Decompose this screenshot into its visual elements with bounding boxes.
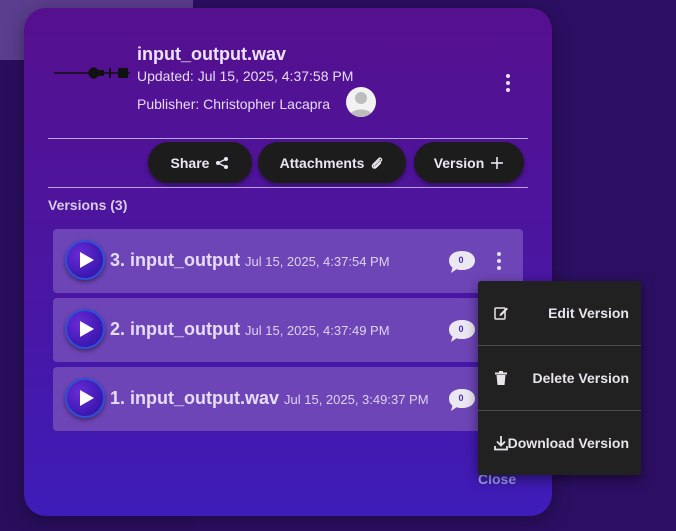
- more-options-icon[interactable]: [500, 70, 516, 96]
- user-icon: [349, 92, 373, 117]
- version-name: 3. input_output: [110, 250, 240, 270]
- version-date: Jul 15, 2025, 4:37:49 PM: [245, 323, 390, 338]
- version-date: Jul 15, 2025, 4:37:54 PM: [245, 254, 390, 269]
- version-dialog: input_output.wav Updated: Jul 15, 2025, …: [24, 8, 552, 516]
- share-label: Share: [170, 154, 210, 171]
- add-version-button[interactable]: Version: [414, 142, 524, 183]
- download-icon: [494, 436, 508, 451]
- versions-heading: Versions (3): [48, 197, 128, 213]
- divider: [48, 138, 528, 139]
- play-button[interactable]: [65, 309, 105, 349]
- comments-button[interactable]: 0: [447, 318, 477, 344]
- menu-item-edit-version[interactable]: Edit Version: [478, 281, 641, 345]
- version-date: Jul 15, 2025, 3:49:37 PM: [284, 392, 429, 407]
- attachments-button[interactable]: Attachments: [258, 142, 406, 183]
- comments-button[interactable]: 0: [447, 387, 477, 413]
- plus-icon: [491, 156, 504, 169]
- version-name: 2. input_output: [110, 319, 240, 339]
- play-icon: [79, 321, 94, 337]
- version-row[interactable]: 1. input_output.wav Jul 15, 2025, 3:49:3…: [53, 367, 523, 431]
- menu-item-label: Delete Version: [532, 370, 630, 386]
- version-row[interactable]: 2. input_output Jul 15, 2025, 4:37:49 PM…: [53, 298, 523, 362]
- play-button[interactable]: [65, 378, 105, 418]
- version-name: 1. input_output.wav: [110, 388, 279, 408]
- version-options-icon[interactable]: [493, 249, 505, 273]
- trash-icon: [495, 371, 507, 385]
- play-button[interactable]: [65, 240, 105, 280]
- edit-icon: [494, 307, 508, 320]
- menu-item-download-version[interactable]: Download Version: [478, 411, 641, 475]
- waveform-thumbnail-icon: [54, 67, 130, 79]
- comment-count: 0: [458, 255, 464, 265]
- attachments-label: Attachments: [279, 154, 365, 171]
- play-icon: [79, 390, 94, 406]
- updated-timestamp: Updated: Jul 15, 2025, 4:37:58 PM: [137, 68, 354, 84]
- version-context-menu: Edit Version Delete Version Download Ver…: [478, 281, 641, 475]
- menu-item-label: Download Version: [507, 435, 629, 451]
- avatar[interactable]: [346, 87, 376, 117]
- menu-item-label: Edit Version: [548, 305, 629, 321]
- comments-button[interactable]: 0: [447, 249, 477, 275]
- menu-item-delete-version[interactable]: Delete Version: [478, 346, 641, 410]
- divider: [48, 187, 528, 188]
- publisher-name: Publisher: Christopher Lacapra: [137, 96, 330, 112]
- share-button[interactable]: Share: [148, 142, 252, 183]
- play-icon: [79, 252, 94, 268]
- file-title: input_output.wav: [137, 44, 286, 64]
- paperclip-icon: [372, 156, 383, 169]
- comment-count: 0: [458, 393, 464, 403]
- version-label: Version: [433, 154, 485, 171]
- comment-count: 0: [458, 324, 464, 334]
- share-icon: [216, 156, 229, 169]
- version-row[interactable]: 3. input_output Jul 15, 2025, 4:37:54 PM…: [53, 229, 523, 293]
